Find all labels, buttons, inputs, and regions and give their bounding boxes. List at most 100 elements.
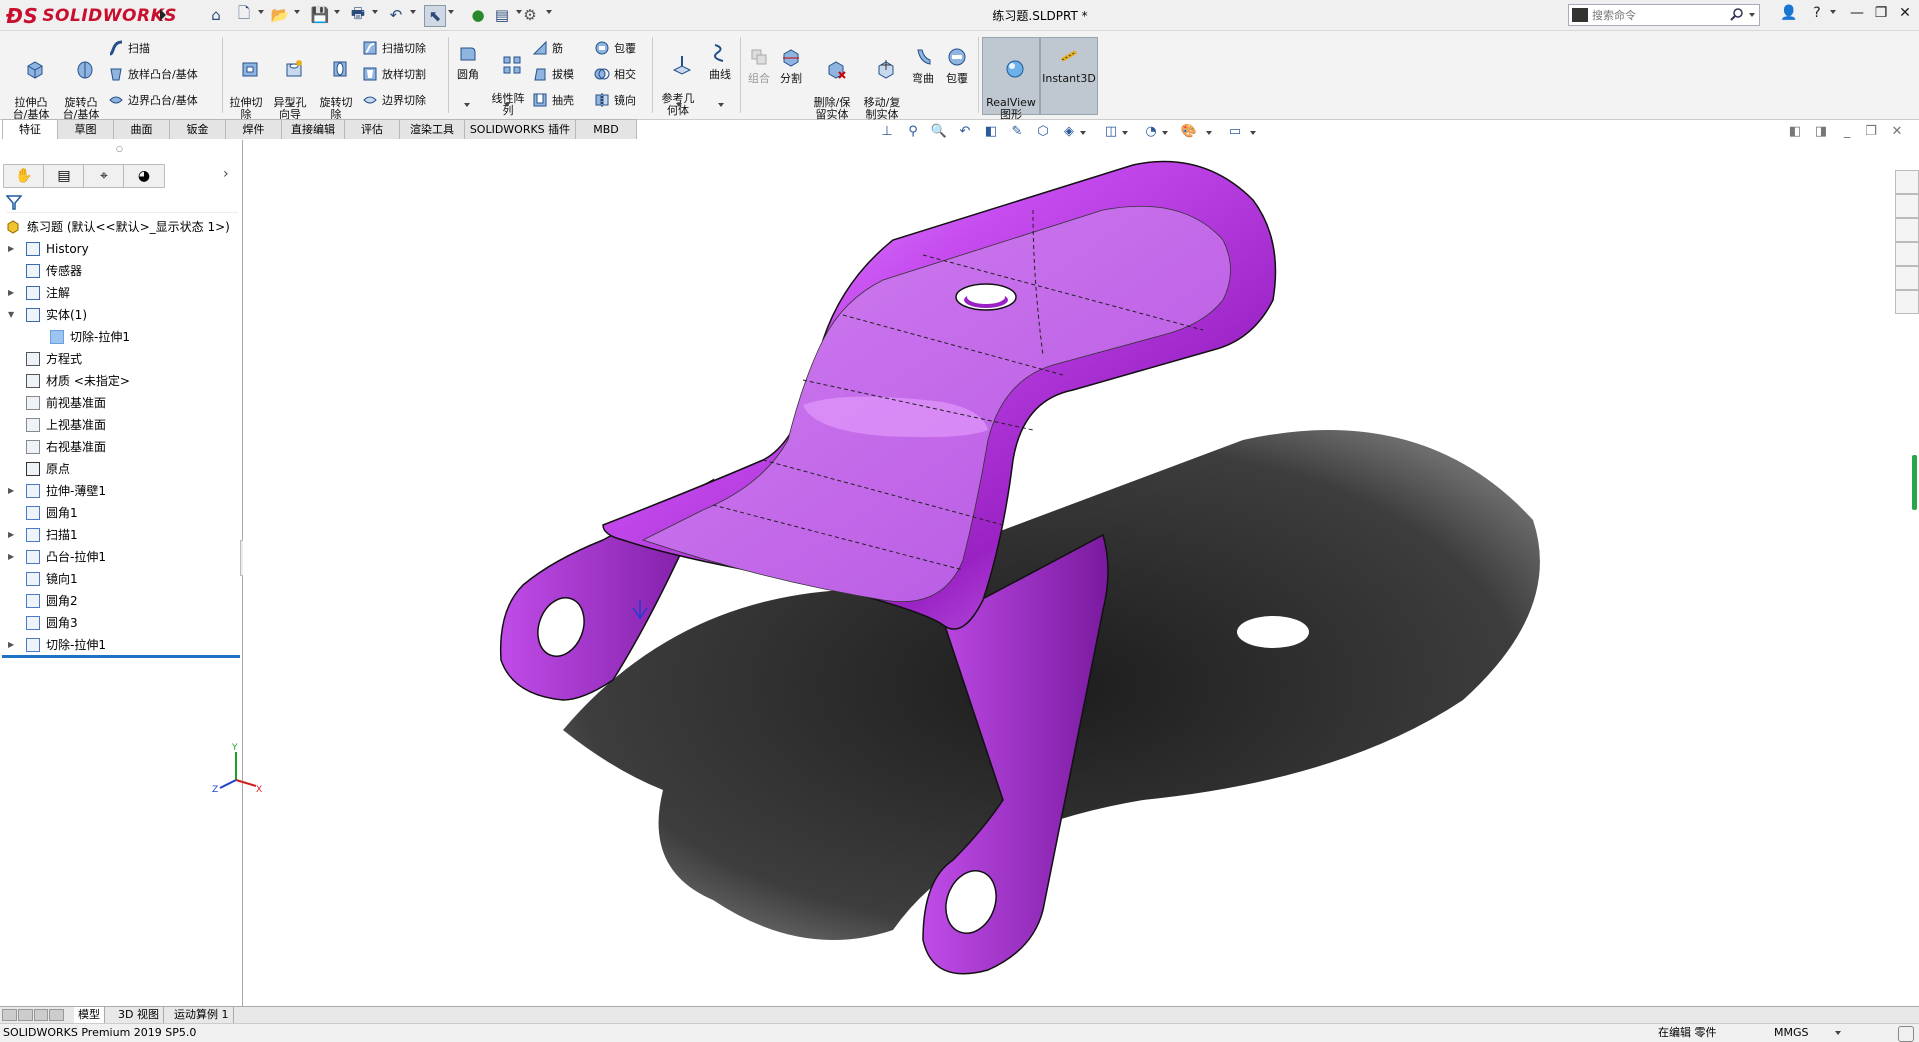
filter-bar[interactable] bbox=[5, 194, 238, 213]
viewport-tile-left-icon[interactable]: ◧ bbox=[1786, 124, 1804, 140]
linear-pattern-button[interactable]: 线性阵 列 bbox=[488, 42, 528, 129]
options-gear-icon[interactable]: ⚙ bbox=[520, 5, 540, 25]
tree-item[interactable]: 圆角3 bbox=[0, 613, 240, 633]
custom-properties-icon[interactable] bbox=[1895, 290, 1919, 314]
tree-item[interactable]: ▶ 切除-拉伸1 bbox=[0, 635, 240, 655]
zoom-to-area-icon[interactable]: 🔍 bbox=[930, 124, 948, 140]
propertymanager-tab-icon[interactable]: ▤ bbox=[43, 164, 85, 188]
reference-geometry-dropdown-icon[interactable] bbox=[676, 103, 682, 107]
select-dropdown-icon[interactable] bbox=[448, 10, 454, 14]
search-scope-icon[interactable] bbox=[1572, 8, 1588, 22]
panel-expand-icon[interactable]: › bbox=[223, 166, 229, 182]
tree-item[interactable]: ▶ 拉伸-薄壁1 bbox=[0, 481, 240, 501]
loft-boss-button[interactable]: 放样凸台/基体 bbox=[108, 66, 198, 82]
fillet-dropdown-icon[interactable] bbox=[464, 103, 470, 107]
lofted-cut-button[interactable]: 放样切割 bbox=[362, 66, 426, 82]
tree-item[interactable]: ▶ 凸台-拉伸1 bbox=[0, 547, 240, 567]
search-icon[interactable] bbox=[1729, 7, 1745, 23]
tree-item[interactable]: 原点 bbox=[0, 459, 240, 479]
hide-show-items-icon[interactable]: ◫ bbox=[1102, 124, 1120, 140]
user-icon[interactable]: 👤 bbox=[1778, 5, 1800, 25]
tab-render-tools[interactable]: 渲染工具 bbox=[399, 119, 465, 139]
split-button[interactable]: 分割 bbox=[776, 46, 806, 85]
tab-weldments[interactable]: 焊件 bbox=[225, 119, 282, 139]
right-scroll-indicator[interactable] bbox=[1912, 455, 1917, 510]
minimize-button[interactable]: — bbox=[1846, 5, 1868, 25]
move-copy-body-button[interactable]: 移动/复 制实体 bbox=[860, 46, 904, 133]
tree-item[interactable]: 材质 <未指定> bbox=[0, 371, 240, 391]
print-icon[interactable]: 🖶 bbox=[348, 4, 368, 25]
panel-splitter-handle[interactable]: ○ bbox=[116, 144, 123, 153]
viewport-tile-right-icon[interactable]: ◨ bbox=[1812, 124, 1830, 140]
wrap-button[interactable]: 包覆 bbox=[594, 40, 636, 56]
realview-button[interactable]: RealView 图形 bbox=[982, 46, 1040, 133]
open-dropdown-icon[interactable] bbox=[294, 10, 300, 14]
combine-button[interactable]: 组合 bbox=[744, 46, 774, 85]
tab-model[interactable]: 模型 bbox=[74, 1007, 105, 1023]
tree-item[interactable]: 传感器 bbox=[0, 261, 240, 281]
solidworks-logo[interactable]: ƉS SOLIDWORKS bbox=[6, 4, 177, 28]
open-folder-icon[interactable]: 📂 bbox=[270, 5, 290, 25]
tab-direct-editing[interactable]: 直接编辑 bbox=[281, 119, 345, 139]
tree-item[interactable]: 镜向1 bbox=[0, 569, 240, 589]
part-model-view[interactable] bbox=[243, 140, 1893, 1007]
view-palette-icon[interactable] bbox=[1895, 242, 1919, 266]
scene-dropdown-icon[interactable] bbox=[1206, 131, 1212, 135]
apply-scene-icon[interactable]: 🎨 bbox=[1180, 124, 1198, 140]
select-arrow-icon[interactable]: ⬉ bbox=[424, 5, 446, 27]
configurationmanager-tab-icon[interactable]: ⌖ bbox=[83, 164, 125, 188]
tree-item[interactable]: ▶ 注解 bbox=[0, 283, 240, 303]
viewport-restore-icon[interactable]: ❐ bbox=[1862, 124, 1880, 140]
featuremanager-tab-icon[interactable]: ✋ bbox=[3, 164, 45, 188]
tree-item[interactable]: ▼ 实体(1) bbox=[0, 305, 240, 325]
boundary-boss-button[interactable]: 边界凸台/基体 bbox=[108, 92, 198, 108]
draft-button[interactable]: 拔模 bbox=[532, 66, 574, 82]
menu-expand-icon[interactable] bbox=[158, 6, 168, 24]
print-dropdown-icon[interactable] bbox=[372, 10, 378, 14]
unit-system[interactable]: MMGS bbox=[1774, 1024, 1809, 1042]
tab-solidworks-addins[interactable]: SOLIDWORKS 插件 bbox=[464, 119, 576, 139]
close-button[interactable]: ✕ bbox=[1894, 5, 1916, 25]
flex-button[interactable]: 弯曲 bbox=[908, 46, 938, 85]
view-orientation-icon[interactable]: ⬡ bbox=[1034, 124, 1052, 140]
section-view-icon[interactable]: ◧ bbox=[982, 124, 1000, 140]
mirror-button[interactable]: 镜向 bbox=[594, 92, 636, 108]
swept-cut-button[interactable]: 扫描切除 bbox=[362, 40, 426, 56]
dynamic-annotation-icon[interactable]: ✎ bbox=[1008, 124, 1026, 140]
tab-motion-study[interactable]: 运动算例 1 bbox=[170, 1007, 234, 1023]
file-explorer-icon[interactable] bbox=[1895, 218, 1919, 242]
home-icon[interactable]: ⌂ bbox=[206, 5, 226, 25]
previous-view-icon[interactable]: ↶ bbox=[956, 124, 974, 140]
viewport-close-icon[interactable]: ✕ bbox=[1888, 124, 1906, 140]
hide-show-dropdown-icon[interactable] bbox=[1122, 131, 1128, 135]
expand-arrow-icon[interactable]: ▶ bbox=[8, 635, 14, 655]
tree-item[interactable]: 上视基准面 bbox=[0, 415, 240, 435]
help-dropdown-icon[interactable] bbox=[1830, 10, 1836, 14]
hole-wizard-dropdown-icon[interactable] bbox=[288, 103, 294, 107]
solidworks-resources-icon[interactable] bbox=[1895, 170, 1919, 194]
display-style-dropdown-icon[interactable] bbox=[1080, 131, 1086, 135]
undo-dropdown-icon[interactable] bbox=[410, 10, 416, 14]
view-settings-dropdown-icon[interactable] bbox=[1250, 131, 1256, 135]
reference-geometry-button[interactable]: 参考几 何体 bbox=[658, 42, 698, 129]
display-style-icon[interactable]: ◈ bbox=[1060, 124, 1078, 140]
tab-surfaces[interactable]: 曲面 bbox=[113, 119, 170, 139]
help-button[interactable]: ? bbox=[1806, 5, 1828, 25]
restore-button[interactable]: ❐ bbox=[1870, 5, 1892, 25]
expand-arrow-icon[interactable]: ▶ bbox=[8, 525, 14, 545]
tab-evaluate[interactable]: 评估 bbox=[344, 119, 400, 139]
viewport-minimize-icon[interactable]: _ bbox=[1838, 124, 1856, 140]
tree-item[interactable]: 圆角1 bbox=[0, 503, 240, 523]
fillet-button[interactable]: 圆角 bbox=[452, 42, 484, 81]
appearances-scenes-icon[interactable] bbox=[1895, 266, 1919, 290]
edit-appearance-icon[interactable]: ◔ bbox=[1142, 124, 1160, 140]
rollback-bar[interactable] bbox=[2, 655, 240, 658]
undo-icon[interactable]: ↶ bbox=[386, 5, 406, 25]
wrap-body-button[interactable]: 包覆 bbox=[942, 46, 972, 85]
tree-item[interactable]: 切除-拉伸1 bbox=[0, 327, 240, 347]
zoom-to-fit-icon[interactable]: ⚲ bbox=[904, 124, 922, 140]
filter-icon[interactable] bbox=[5, 194, 23, 210]
tree-item[interactable]: 右视基准面 bbox=[0, 437, 240, 457]
expand-arrow-icon[interactable]: ▶ bbox=[8, 283, 14, 303]
search-command-field[interactable]: 搜索命令 bbox=[1568, 4, 1760, 26]
